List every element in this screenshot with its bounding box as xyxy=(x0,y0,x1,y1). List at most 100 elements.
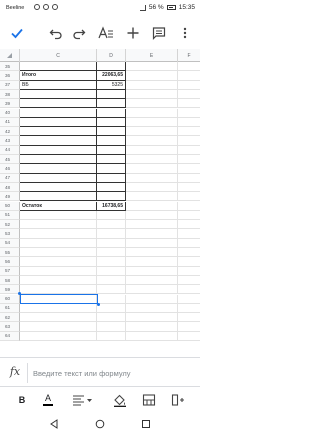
cell-d[interactable] xyxy=(97,62,126,72)
cell-d[interactable]: 16738,65 xyxy=(97,201,126,211)
cell-f[interactable] xyxy=(178,239,200,248)
row-number[interactable]: 48 xyxy=(0,182,20,193)
cell-c[interactable] xyxy=(20,210,97,221)
cell-f[interactable] xyxy=(178,322,200,332)
cell-e[interactable] xyxy=(126,62,178,72)
align-button[interactable] xyxy=(70,391,96,409)
redo-icon[interactable] xyxy=(70,24,88,42)
cell-e[interactable] xyxy=(126,192,178,202)
home-icon[interactable] xyxy=(94,418,106,430)
column-header-e[interactable]: E xyxy=(126,49,178,62)
cell-e[interactable] xyxy=(126,89,178,100)
column-header-f[interactable]: F xyxy=(178,49,200,62)
row-number[interactable]: 36 xyxy=(0,71,20,81)
cell-f[interactable] xyxy=(178,81,200,90)
cell-e[interactable] xyxy=(126,108,178,118)
cell-e[interactable] xyxy=(126,182,178,193)
cell-f[interactable] xyxy=(178,248,200,258)
cell-f[interactable] xyxy=(178,174,200,183)
recents-icon[interactable] xyxy=(140,418,152,430)
cell-f[interactable] xyxy=(178,267,200,276)
cell-d[interactable] xyxy=(97,238,126,248)
cell-f[interactable] xyxy=(178,192,200,202)
cell-e[interactable] xyxy=(126,331,178,341)
cell-d[interactable] xyxy=(97,173,126,183)
cell-f[interactable] xyxy=(178,146,200,155)
cell-d[interactable] xyxy=(97,322,126,332)
cell-f[interactable] xyxy=(178,313,200,323)
cell-c[interactable] xyxy=(20,182,97,193)
cell-e[interactable] xyxy=(126,220,178,230)
merge-cells-icon[interactable] xyxy=(141,391,157,409)
row-number[interactable]: 40 xyxy=(0,108,20,118)
cell-f[interactable] xyxy=(178,211,200,221)
cell-c[interactable]: Итого xyxy=(20,71,97,81)
more-icon[interactable] xyxy=(176,24,194,42)
cell-c[interactable] xyxy=(20,136,97,146)
cell-d[interactable] xyxy=(97,303,126,314)
cell-d[interactable] xyxy=(97,285,126,295)
cell-d[interactable] xyxy=(97,275,126,286)
cell-e[interactable] xyxy=(126,313,178,323)
row-number[interactable]: 47 xyxy=(0,173,20,183)
cell-f[interactable] xyxy=(178,257,200,267)
cell-d[interactable] xyxy=(97,164,126,174)
cell-f[interactable] xyxy=(178,127,200,137)
row-number[interactable]: 64 xyxy=(0,331,20,341)
cell-e[interactable] xyxy=(126,294,178,304)
cell-e[interactable] xyxy=(126,99,178,109)
cell-c[interactable]: Остаток xyxy=(20,201,97,211)
row-number[interactable]: 41 xyxy=(0,117,20,128)
row-number[interactable]: 53 xyxy=(0,229,20,239)
row-number[interactable]: 60 xyxy=(0,294,20,304)
cell-e[interactable] xyxy=(126,136,178,146)
cell-f[interactable] xyxy=(178,136,200,146)
row-number[interactable]: 39 xyxy=(0,99,20,109)
cell-d[interactable] xyxy=(97,136,126,146)
cell-f[interactable] xyxy=(178,99,200,109)
cell-c[interactable] xyxy=(20,127,97,137)
cell-d[interactable] xyxy=(97,127,126,137)
cell-c[interactable] xyxy=(20,285,97,295)
row-number[interactable]: 50 xyxy=(0,201,20,211)
row-number[interactable]: 45 xyxy=(0,155,20,165)
row-number[interactable]: 38 xyxy=(0,89,20,100)
cell-e[interactable] xyxy=(126,164,178,174)
row-number[interactable]: 61 xyxy=(0,303,20,314)
insert-column-icon[interactable] xyxy=(170,391,186,409)
cell-d[interactable] xyxy=(97,313,126,323)
row-number[interactable]: 55 xyxy=(0,248,20,258)
cell-e[interactable] xyxy=(126,275,178,286)
cell-f[interactable] xyxy=(178,295,200,304)
cell-f[interactable] xyxy=(178,276,200,286)
cell-d[interactable] xyxy=(97,108,126,118)
row-number[interactable]: 35 xyxy=(0,62,20,72)
cell-c[interactable] xyxy=(20,238,97,248)
cell-d[interactable] xyxy=(97,155,126,165)
cell-e[interactable] xyxy=(126,117,178,128)
cell-d[interactable] xyxy=(97,117,126,128)
formula-input[interactable] xyxy=(33,365,193,381)
cell-e[interactable] xyxy=(126,285,178,295)
cell-f[interactable] xyxy=(178,220,200,230)
cell-e[interactable] xyxy=(126,266,178,276)
cell-e[interactable] xyxy=(126,80,178,90)
cell-e[interactable] xyxy=(126,238,178,248)
row-number[interactable]: 43 xyxy=(0,136,20,146)
cell-e[interactable] xyxy=(126,229,178,239)
cell-f[interactable] xyxy=(178,202,200,211)
cell-e[interactable] xyxy=(126,303,178,314)
select-all-corner[interactable] xyxy=(0,49,20,62)
cell-d[interactable] xyxy=(97,192,126,202)
bold-button[interactable]: B xyxy=(14,391,30,409)
row-number[interactable]: 59 xyxy=(0,285,20,295)
cell-e[interactable] xyxy=(126,71,178,81)
cell-c[interactable] xyxy=(20,89,97,100)
cell-d[interactable] xyxy=(97,89,126,100)
cell-c[interactable] xyxy=(20,248,97,258)
cell-d[interactable] xyxy=(97,248,126,258)
cell-f[interactable] xyxy=(178,164,200,174)
cell-c[interactable] xyxy=(20,192,97,202)
row-number[interactable]: 52 xyxy=(0,220,20,230)
cell-c[interactable] xyxy=(20,331,97,341)
